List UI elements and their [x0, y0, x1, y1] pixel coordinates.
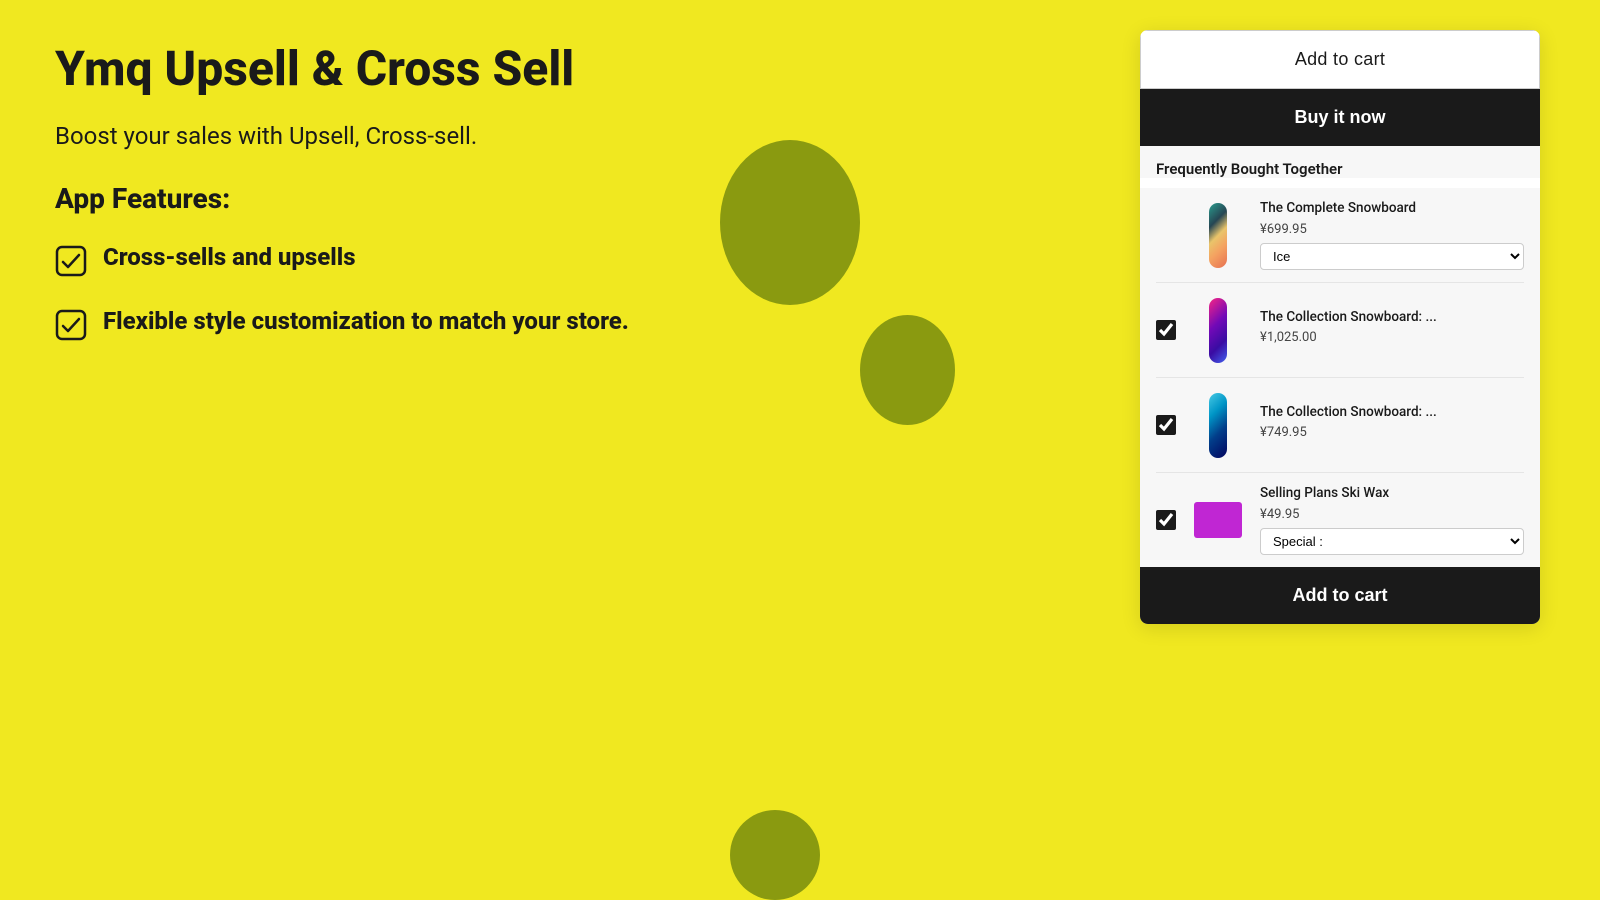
fbt-product-item-1: The Complete Snowboard ¥699.95 Ice Mount… [1156, 188, 1524, 283]
product-info-1: The Complete Snowboard ¥699.95 Ice Mount… [1260, 200, 1524, 270]
product-price-3: ¥749.95 [1260, 425, 1524, 440]
product-checkbox-2[interactable] [1156, 320, 1176, 340]
fbt-product-item-4: Selling Plans Ski Wax ¥49.95 Special : S… [1156, 473, 1524, 567]
add-to-cart-bottom-button[interactable]: Add to cart [1140, 567, 1540, 624]
check-icon-2 [55, 309, 87, 341]
product-checkbox-4[interactable] [1156, 510, 1176, 530]
product-price-4: ¥49.95 [1260, 507, 1524, 522]
decorative-blob-small [730, 810, 820, 900]
snowboard-visual-2 [1209, 298, 1227, 363]
snowboard-visual-3 [1209, 393, 1227, 458]
check-icon-1 [55, 245, 87, 277]
feature-item-2: Flexible style customization to match yo… [55, 307, 925, 341]
product-image-3 [1188, 390, 1248, 460]
product-name-2: The Collection Snowboard: ... [1260, 309, 1524, 327]
product-variant-select-1[interactable]: Ice Mountain Ocean [1260, 243, 1524, 270]
feature-text-2: Flexible style customization to match yo… [103, 307, 629, 335]
fbt-heading: Frequently Bought Together [1156, 160, 1524, 178]
product-info-3: The Collection Snowboard: ... ¥749.95 [1260, 404, 1524, 447]
page-title: Ymq Upsell & Cross Sell [55, 40, 925, 98]
product-price-2: ¥1,025.00 [1260, 330, 1524, 345]
feature-text-1: Cross-sells and upsells [103, 243, 356, 271]
product-price-1: ¥699.95 [1260, 222, 1524, 237]
product-name-3: The Collection Snowboard: ... [1260, 404, 1524, 422]
ski-wax-visual [1194, 502, 1242, 538]
decorative-blob-medium [860, 315, 955, 425]
product-widget-panel: Add to cart Buy it now Frequently Bought… [1140, 30, 1540, 624]
fbt-product-item-2: The Collection Snowboard: ... ¥1,025.00 [1156, 283, 1524, 378]
decorative-blob-large [720, 140, 860, 305]
product-image-2 [1188, 295, 1248, 365]
fbt-product-item-3: The Collection Snowboard: ... ¥749.95 [1156, 378, 1524, 473]
product-image-4 [1188, 485, 1248, 555]
product-name-1: The Complete Snowboard [1260, 200, 1524, 218]
snowboard-visual-1 [1209, 203, 1227, 268]
fbt-products-list: The Complete Snowboard ¥699.95 Ice Mount… [1140, 188, 1540, 567]
product-info-4: Selling Plans Ski Wax ¥49.95 Special : S… [1260, 485, 1524, 555]
product-image-1 [1188, 200, 1248, 270]
product-info-2: The Collection Snowboard: ... ¥1,025.00 [1260, 309, 1524, 352]
buy-now-button[interactable]: Buy it now [1140, 89, 1540, 146]
product-name-4: Selling Plans Ski Wax [1260, 485, 1524, 503]
frequently-bought-section: Frequently Bought Together [1140, 146, 1540, 178]
product-variant-select-4[interactable]: Special : Standard Premium [1260, 528, 1524, 555]
add-to-cart-top-button[interactable]: Add to cart [1140, 30, 1540, 89]
product-checkbox-3[interactable] [1156, 415, 1176, 435]
